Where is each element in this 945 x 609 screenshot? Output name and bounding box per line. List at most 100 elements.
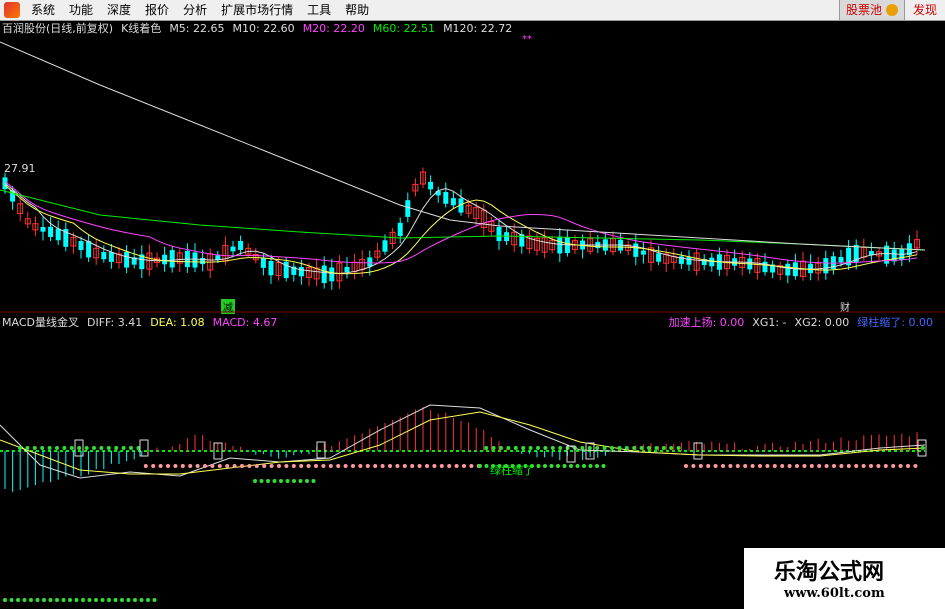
signal-dot (62, 446, 67, 450)
signal-dot (262, 464, 267, 468)
candle-body (40, 226, 46, 232)
signal-dot (254, 464, 259, 468)
signal-dot (259, 479, 264, 483)
signal-dot (765, 464, 770, 468)
candle-body (686, 257, 692, 265)
signal-dot (388, 464, 392, 468)
signal-dot (151, 464, 156, 468)
signal-dot (647, 446, 651, 450)
candle-body (55, 228, 61, 241)
signal-dot (68, 598, 72, 602)
signal-dot (543, 446, 548, 450)
signal-dot (74, 598, 79, 602)
signal-dot (343, 464, 348, 468)
signal-dot (3, 598, 7, 602)
candle-body (260, 258, 266, 268)
candle-body (405, 200, 411, 217)
signal-dot (35, 598, 40, 602)
candle-body (124, 251, 130, 268)
signal-dot (143, 464, 148, 468)
candle-body (298, 267, 304, 277)
signal-dot (32, 446, 37, 450)
signal-dot (462, 464, 466, 468)
signal-dot (913, 464, 918, 468)
signal-dot (365, 464, 370, 468)
signal-dot (575, 464, 580, 468)
signal-dot (713, 464, 718, 468)
candle-body (169, 250, 175, 268)
candle-body (238, 240, 244, 250)
candle-body (86, 241, 92, 258)
signal-dot (802, 464, 807, 468)
signal-dot (861, 464, 866, 468)
signal-dot (40, 446, 45, 450)
candle-body (450, 198, 456, 206)
signal-dot (351, 464, 355, 468)
candle-body (443, 192, 449, 204)
signal-dot (314, 464, 318, 468)
candle-body (344, 266, 350, 273)
signal-dot (587, 446, 592, 450)
candle-body (108, 252, 114, 262)
signal-dot (721, 464, 725, 468)
signal-dot (839, 464, 844, 468)
signal-dot (9, 598, 14, 602)
signal-dot (120, 598, 124, 602)
signal-dot (166, 464, 170, 468)
candle-body (640, 250, 646, 255)
signal-dot (146, 598, 150, 602)
signal-dot (854, 464, 859, 468)
candle-body (496, 226, 502, 242)
expand-icon[interactable]: ** (522, 34, 532, 45)
signal-dot (425, 464, 429, 468)
signal-dot (152, 598, 157, 602)
signal-dot (447, 464, 452, 468)
signal-dot (298, 479, 303, 483)
green-short-annotation: 绿柱缩了 (490, 463, 534, 477)
signal-dot (558, 446, 563, 450)
signal-dot (69, 446, 74, 450)
signal-dot (506, 446, 511, 450)
signal-dot (824, 464, 829, 468)
signal-dot (328, 464, 333, 468)
signal-dot (225, 464, 230, 468)
signal-dot (106, 446, 111, 450)
cross-box (139, 439, 149, 457)
candle-body (656, 253, 662, 262)
signal-dot (580, 446, 585, 450)
signal-dot (536, 446, 540, 450)
signal-dot (439, 464, 444, 468)
signal-dot (883, 464, 888, 468)
signal-dot (292, 479, 296, 483)
signal-dot (617, 446, 622, 450)
signal-dot (29, 598, 33, 602)
signal-dot (787, 464, 792, 468)
signal-dot (920, 446, 925, 450)
chart-canvas[interactable]: 绿柱缩了 ** (0, 0, 945, 609)
signal-dot (18, 446, 22, 450)
signal-dot (528, 446, 533, 450)
signal-dot (311, 479, 316, 483)
signal-dot (158, 464, 163, 468)
signal-dot (698, 464, 703, 468)
signal-dot (410, 464, 415, 468)
watermark-name: 乐淘公式网 (774, 559, 885, 585)
signal-dot (513, 446, 518, 450)
signal-dot (92, 446, 96, 450)
ma-lines (0, 41, 926, 275)
signal-dot (588, 464, 593, 468)
signal-dot (780, 464, 785, 468)
candle-body (329, 267, 335, 282)
signal-dot (624, 446, 629, 450)
signal-dot (321, 464, 326, 468)
signal-dot (595, 446, 600, 450)
candle-body (785, 263, 791, 276)
signal-dot (99, 446, 104, 450)
signal-dot (669, 446, 674, 450)
signal-dot (484, 446, 489, 450)
signal-dot (869, 464, 873, 468)
signal-dot (113, 598, 118, 602)
signal-dot (285, 479, 290, 483)
signal-dot (484, 464, 489, 468)
signal-dot (735, 464, 740, 468)
